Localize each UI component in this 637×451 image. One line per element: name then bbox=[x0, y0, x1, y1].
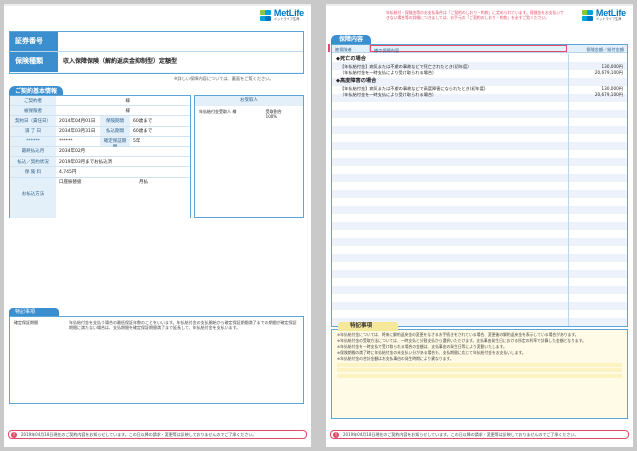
list-item: ※年払給付金の合計金額はお支払事由の発生時期により異なります。 bbox=[337, 355, 454, 361]
page-footer: ! 2019年04月18日現在のご契約内容をお知らせしています。この日以降の請求… bbox=[8, 430, 307, 439]
guarantee-period-label: 確定保証期間 bbox=[100, 136, 130, 150]
policy-number-value bbox=[58, 32, 303, 51]
right-page: 年払給付・保険金等のお支払条件は「ご契約のしおり・約款」に定められています。保険… bbox=[326, 4, 633, 447]
payment-method-label: お払込方法 bbox=[10, 177, 56, 218]
metlife-logo: MetLife メットライフ生命 bbox=[259, 9, 304, 22]
contract-date-value: 2014年04月01日 bbox=[56, 116, 100, 126]
policyholder-label: ご契約者 bbox=[10, 96, 56, 106]
coverage-content-header: 様の保障内容 bbox=[370, 45, 567, 53]
premium-value: 4,745円 bbox=[56, 167, 190, 177]
masked-label: ****** bbox=[10, 136, 56, 146]
table-row: 【年払給付金】病気または不慮の事故などで死亡されたとき(初年度) 130,000… bbox=[332, 64, 627, 70]
table-row: 満 了 日 2034年03月31日 払込期間 60歳まで bbox=[10, 126, 190, 137]
top-stripe bbox=[4, 4, 311, 6]
coverage-period-label: 保険期間 bbox=[100, 116, 130, 126]
metlife-mark-icon bbox=[259, 9, 271, 21]
blank-line bbox=[337, 368, 622, 373]
insured-header: 被保険者 bbox=[332, 45, 370, 52]
coverage-table-header: 被保険者 様の保障内容 保険金額／給付金額 bbox=[332, 45, 627, 53]
row-amount: 130,000円 bbox=[601, 86, 623, 91]
guarantee-period-value: 5年 bbox=[130, 136, 190, 146]
special-notes-box: 特記事項 ※年払給付金については、将来に解約返戻金の変更をなさるお手続きをされて… bbox=[331, 322, 628, 419]
metlife-mark-icon bbox=[581, 9, 593, 21]
row-description: （年払給付金を一時支払により受け取られる場合） bbox=[340, 92, 437, 98]
top-stripe bbox=[326, 4, 633, 6]
table-row: 保 険 料 4,745円 bbox=[10, 167, 190, 178]
policy-number-label: 証券番号 bbox=[10, 32, 58, 51]
footer-text: 2019年04月18日現在のご契約内容をお知らせしています。この日以降の請求・変… bbox=[21, 432, 257, 437]
amount-header: 保険金額／給付金額 bbox=[586, 46, 624, 52]
logo-sub: メットライフ生命 bbox=[595, 17, 622, 21]
left-page: MetLife メットライフ生命 証券番号 保険種類 収入保障保険（解約返戻金抑… bbox=[4, 4, 311, 447]
coverage-period-value: 60歳まで bbox=[130, 116, 190, 126]
row-amount: 20,679,100円 bbox=[594, 70, 623, 76]
header-note: ※詳しい保障内容については、裏面をご覧ください。 bbox=[174, 76, 274, 81]
metlife-logo: MetLife メットライフ生命 bbox=[581, 9, 626, 22]
blank-line bbox=[337, 362, 622, 367]
table-row: 契約日（責任日） 2014年04月01日 保険期間 60歳まで bbox=[10, 116, 190, 127]
page-footer: ! 2019年04月18日現在のご契約内容をお知らせしています。この日以降の請求… bbox=[330, 430, 629, 439]
beneficiary-name: 様 bbox=[232, 108, 237, 114]
note-text: 年払給付金を支払う場合の最低保証年数のことをいいます。年払給付金の支払開始から確… bbox=[69, 320, 297, 330]
special-notes-title: 特記事項 bbox=[338, 322, 398, 331]
table-row: お払込方法 口座振替扱 月払 bbox=[10, 177, 190, 218]
note-label: 確定保証期間 bbox=[14, 320, 38, 325]
payment-method-value: 口座振替扱 bbox=[56, 177, 136, 218]
coverage-table-body: ◆死亡の場合 【年払給付金】病気または不慮の事故などで死亡されたとき(初年度) … bbox=[332, 54, 627, 326]
coverage-table: 被保険者 様の保障内容 保険金額／給付金額 ◆死亡の場合 【年払給付金】病気また… bbox=[331, 44, 628, 327]
info-icon: ! bbox=[333, 432, 339, 438]
list-item: ※保険期間の満了時に年払給付金の未支払い分がある場合も、支払期間に応じて年払給付… bbox=[337, 349, 526, 355]
table-row: （年払給付金を一時支払により受け取られる場合） 20,679,100円 bbox=[332, 92, 627, 98]
beneficiary-type: 年払給付金受取人 bbox=[199, 108, 231, 114]
premium-label: 保 険 料 bbox=[10, 167, 56, 177]
contract-date-label: 契約日（責任日） bbox=[10, 116, 56, 126]
table-row: ****** ****** 確定保証期間 5年 bbox=[10, 136, 190, 150]
beneficiary-share-value: 100% bbox=[265, 113, 278, 119]
table-row: ご契約者 様 bbox=[10, 96, 190, 107]
table-row: 【年払給付金】病気または不慮の事故などで高度障害になられたとき(初年度) 130… bbox=[332, 86, 627, 92]
top-note: 年払給付・保険金等のお支払条件は「ご契約のしおり・約款」に定められています。保険… bbox=[386, 10, 564, 20]
insured-value: 様 bbox=[56, 106, 190, 116]
expiry-value: 2034年03月31日 bbox=[56, 126, 100, 136]
payment-period-label: 払込期間 bbox=[100, 126, 130, 136]
beneficiary-box: お受取人 年払給付金受取人 様 受取割合 100% bbox=[194, 95, 304, 218]
table-row: （年払給付金を一時支払により受け取られる場合） 20,679,100円 bbox=[332, 70, 627, 76]
row-amount: 130,000円 bbox=[601, 64, 623, 69]
table-row: 被保険者 様 bbox=[10, 106, 190, 117]
payment-status-value: 2019年03月までお払込済 bbox=[56, 157, 190, 167]
policyholder-value: 様 bbox=[56, 96, 190, 106]
footer-text: 2019年04月18日現在のご契約内容をお知らせしています。この日以降の請求・変… bbox=[343, 432, 579, 437]
payment-frequency-value: 月払 bbox=[136, 177, 190, 218]
row-description: 【年払給付金】病気または不慮の事故などで高度障害になられたとき(初年度) bbox=[340, 86, 486, 91]
insurance-type-value: 収入保障保険（解約返戻金抑制型）定額型 bbox=[58, 52, 303, 72]
policy-header: 証券番号 保険種類 収入保障保険（解約返戻金抑制型）定額型 bbox=[9, 31, 304, 74]
last-payment-month-value: 2034年02月 bbox=[56, 146, 190, 157]
last-payment-month-label: 最終払込月 bbox=[10, 146, 56, 157]
row-amount: 20,679,100円 bbox=[594, 92, 623, 98]
list-item: ※年払給付金の受取方法については、一時支払と分割支払から選択いただけます。支払事… bbox=[337, 337, 586, 343]
blank-line bbox=[337, 373, 622, 378]
logo-sub: メットライフ生命 bbox=[273, 17, 300, 21]
death-case-title: ◆死亡の場合 bbox=[336, 56, 366, 62]
list-item: ※年払給付金を一時支払で受け取られる場合の金額は、支払事由の発生日等により変動い… bbox=[337, 343, 507, 349]
special-notes-title: 特記事項 bbox=[9, 308, 59, 317]
accent-bar bbox=[328, 44, 330, 52]
column-divider bbox=[568, 54, 569, 326]
row-description: （年払給付金を一時支払により受け取られる場合） bbox=[340, 70, 437, 76]
masked-value: ****** bbox=[56, 136, 100, 146]
payment-status-label: 払込／契約状況 bbox=[10, 157, 56, 167]
payment-period-value: 60歳まで bbox=[130, 126, 190, 136]
row-description: 【年払給付金】病気または不慮の事故などで死亡されたとき(初年度) bbox=[340, 64, 469, 69]
list-item: 確定保証期間 年払給付金を支払う場合の最低保証年数のことをいいます。年払給付金の… bbox=[10, 317, 303, 333]
table-row: 最終払込月 2034年02月 bbox=[10, 146, 190, 158]
disability-case-title: ◆高度障害の場合 bbox=[336, 78, 377, 84]
insurance-type-label: 保険種類 bbox=[10, 52, 58, 72]
special-notes-box: 特記事項 確定保証期間 年払給付金を支払う場合の最低保証年数のことをいいます。年… bbox=[9, 308, 304, 404]
table-row: 払込／契約状況 2019年03月までお払込済 bbox=[10, 157, 190, 168]
beneficiary-title: お受取人 bbox=[195, 96, 303, 106]
contract-info-grid: ご契約者 様 被保険者 様 契約日（責任日） 2014年04月01日 保険期間 … bbox=[9, 95, 191, 218]
info-icon: ! bbox=[11, 432, 17, 438]
insured-label: 被保険者 bbox=[10, 106, 56, 116]
expiry-label: 満 了 日 bbox=[10, 126, 56, 136]
